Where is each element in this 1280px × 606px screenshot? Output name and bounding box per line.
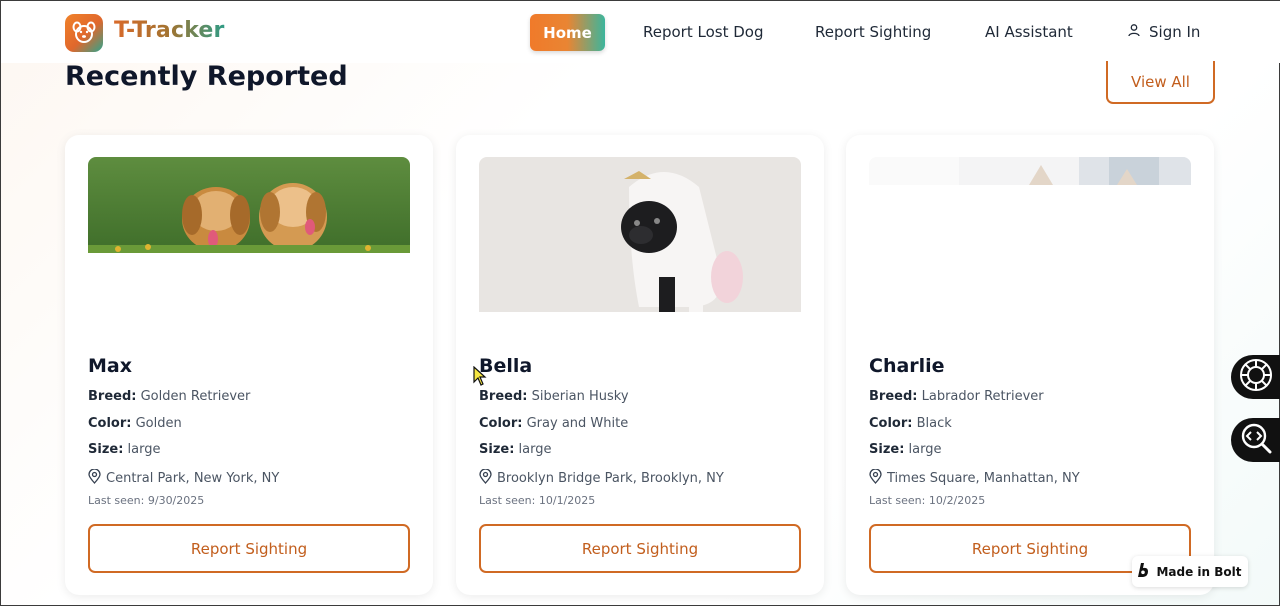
nav-ai-assistant[interactable]: AI Assistant	[985, 23, 1073, 41]
size-row: Size: large	[479, 442, 552, 457]
dog-photo	[479, 157, 801, 312]
code-search-icon	[1239, 421, 1273, 459]
sign-in-label: Sign In	[1149, 23, 1201, 41]
color-value: Gray and White	[526, 416, 629, 431]
nav-home-button[interactable]: Home	[530, 14, 605, 51]
top-nav-bar: T-Tracker Home Report Lost Dog Report Si…	[1, 1, 1280, 63]
last-seen: Last seen: 9/30/2025	[88, 494, 204, 507]
map-pin-icon	[479, 468, 492, 488]
last-seen-label: Last seen:	[479, 494, 536, 507]
size-row: Size: large	[88, 442, 161, 457]
size-value: large	[908, 442, 942, 457]
size-row: Size: large	[869, 442, 942, 457]
size-label: Size:	[479, 442, 515, 457]
openai-chat-button[interactable]	[1231, 355, 1280, 399]
nav-sign-in[interactable]: Sign In	[1127, 23, 1200, 41]
location-row: Times Square, Manhattan, NY	[869, 468, 1080, 488]
dog-card-max: Max Breed: Golden Retriever Color: Golde…	[65, 135, 433, 595]
color-row: Color: Black	[869, 416, 952, 431]
color-value: Golden	[135, 416, 182, 431]
size-label: Size:	[88, 442, 124, 457]
size-value: large	[518, 442, 552, 457]
dog-photo	[869, 157, 1191, 185]
bolt-logo-icon	[1138, 563, 1150, 580]
view-all-button[interactable]: View All	[1106, 61, 1215, 104]
breed-row: Breed: Golden Retriever	[88, 389, 250, 404]
location-row: Brooklyn Bridge Park, Brooklyn, NY	[479, 468, 724, 488]
breed-value: Labrador Retriever	[921, 389, 1044, 404]
location-row: Central Park, New York, NY	[88, 468, 280, 488]
last-seen: Last seen: 10/2/2025	[869, 494, 985, 507]
nav-report-sighting[interactable]: Report Sighting	[815, 23, 931, 41]
last-seen-date: 9/30/2025	[147, 494, 205, 507]
breed-label: Breed:	[88, 389, 137, 404]
last-seen-label: Last seen:	[869, 494, 926, 507]
map-pin-icon	[869, 468, 882, 488]
mouse-cursor-icon	[473, 365, 487, 390]
map-pin-icon	[88, 468, 101, 488]
last-seen-date: 10/1/2025	[538, 494, 596, 507]
color-label: Color:	[479, 416, 523, 431]
openai-icon	[1239, 358, 1273, 396]
last-seen: Last seen: 10/1/2025	[479, 494, 595, 507]
dog-name: Charlie	[869, 355, 945, 377]
color-row: Color: Gray and White	[479, 416, 628, 431]
location-value: Times Square, Manhattan, NY	[887, 471, 1080, 486]
report-sighting-button[interactable]: Report Sighting	[88, 524, 410, 573]
size-label: Size:	[869, 442, 905, 457]
bolt-badge-text: Made in Bolt	[1156, 564, 1242, 579]
nav-report-lost-dog[interactable]: Report Lost Dog	[643, 23, 763, 41]
dog-name: Max	[88, 355, 132, 377]
report-sighting-button[interactable]: Report Sighting	[479, 524, 801, 573]
location-value: Brooklyn Bridge Park, Brooklyn, NY	[497, 471, 724, 486]
dog-photo	[88, 157, 410, 253]
color-row: Color: Golden	[88, 416, 182, 431]
breed-label: Breed:	[869, 389, 918, 404]
color-value: Black	[916, 416, 952, 431]
made-in-bolt-badge[interactable]: Made in Bolt	[1132, 556, 1248, 587]
last-seen-date: 10/2/2025	[928, 494, 986, 507]
breed-row: Breed: Siberian Husky	[479, 389, 629, 404]
code-inspect-button[interactable]	[1231, 418, 1280, 462]
dog-card-bella: Bella Breed: Siberian Husky Color: Gray …	[456, 135, 824, 595]
color-label: Color:	[88, 416, 132, 431]
user-icon	[1127, 23, 1141, 41]
dog-card-charlie: Charlie Breed: Labrador Retriever Color:…	[846, 135, 1214, 595]
color-label: Color:	[869, 416, 913, 431]
dog-logo-icon[interactable]	[65, 14, 103, 52]
breed-row: Breed: Labrador Retriever	[869, 389, 1044, 404]
size-value: large	[127, 442, 161, 457]
breed-value: Golden Retriever	[140, 389, 251, 404]
section-title: Recently Reported	[65, 61, 348, 92]
brand-name[interactable]: T-Tracker	[114, 18, 225, 43]
breed-value: Siberian Husky	[531, 389, 629, 404]
location-value: Central Park, New York, NY	[106, 471, 280, 486]
breed-label: Breed:	[479, 389, 528, 404]
last-seen-label: Last seen:	[88, 494, 145, 507]
